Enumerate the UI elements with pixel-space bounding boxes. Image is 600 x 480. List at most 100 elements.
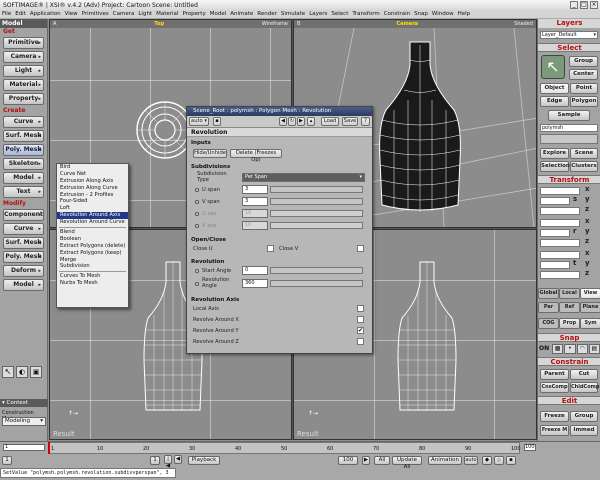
snap-on-label[interactable]: ON [539,345,549,352]
parent-button[interactable]: Parent [540,369,569,380]
animation-dot-icon[interactable] [195,282,199,286]
animation-dot-icon[interactable] [195,224,199,228]
modify-curve-button[interactable]: Curve ▸ [3,223,44,235]
modify-poly-mesh-button[interactable]: Poly. Mesh ▸ [3,251,44,263]
menu-edit[interactable]: Edit [15,11,26,17]
sym-button[interactable]: Sym [580,318,600,329]
menu-layers[interactable]: Layers [309,11,327,17]
layer-select[interactable]: Layer_Default ▾ [540,31,598,39]
menu-application[interactable]: Application [30,11,61,17]
delete-freeze-button[interactable]: Delete (Freezes Op) [230,149,282,163]
popup-item-revolution-around-axis[interactable]: Revolution Around Axis [57,212,128,220]
edge-button[interactable]: Edge [540,96,569,107]
revolve-around-y-checkbox[interactable]: ✔ [357,327,364,334]
revolution-angle-slider[interactable] [270,280,363,287]
subdivision-type-select[interactable]: Per Span ▾ [242,173,365,182]
timeline-ruler[interactable]: 1 10 20 30 40 50 60 70 80 90 100 [48,442,521,454]
menu-constrain[interactable]: Constrain [384,11,410,17]
first-frame-icon[interactable]: |◀ [164,455,172,469]
viewport-top-name[interactable]: Top [154,21,164,27]
prop-button[interactable]: Prop [559,318,580,329]
object-button[interactable]: Object [540,83,569,94]
modify-model-button[interactable]: Model ▸ [3,279,44,291]
point-button[interactable]: Point [570,83,598,94]
u-abs-field[interactable]: 10 [242,209,268,218]
y-axis-label[interactable]: y [585,259,590,267]
u-abs-slider[interactable] [270,210,363,217]
end-frame-field[interactable]: 100 [338,456,358,465]
current-frame-field[interactable]: 1 [150,456,160,465]
close-icon[interactable]: × [590,1,598,9]
cut-button[interactable]: Cut [570,369,598,380]
property-editor-title[interactable]: Scene_Root : polymsh : Polygon Mesh : Re… [187,107,372,116]
popup-item-blend[interactable]: Blend [57,229,128,236]
freeze-m-button[interactable]: Freeze M [540,425,569,436]
sample-button[interactable]: Sample [548,110,590,121]
transform-field-5[interactable] [540,229,570,237]
get-material-button[interactable]: Material ▸ [3,79,44,91]
create-surf-mesh-button[interactable]: Surf. Mesh ▸ [3,130,44,142]
revolve-around-z-checkbox[interactable] [357,338,364,345]
transform-field-3[interactable] [540,207,580,215]
refresh-icon[interactable]: ↻ [288,117,296,126]
create-poly-mesh-button[interactable]: Poly. Mesh ▸ [3,144,44,156]
maximize-icon[interactable]: □ [580,1,588,9]
create-text-button[interactable]: Text ▸ [3,186,44,198]
menu-select[interactable]: Select [331,11,348,17]
load-button[interactable]: Load [321,117,339,126]
menu-simulate[interactable]: Simulate [281,11,305,17]
animation-dot-icon[interactable] [195,188,199,192]
prev-frame-icon[interactable]: ◀ [174,455,182,464]
transform-field-2[interactable] [540,197,570,205]
context-header[interactable]: ▾ Context [0,399,48,407]
revolution-tab[interactable]: Revolution [187,128,372,137]
all-button[interactable]: All [374,456,390,465]
global-button[interactable]: Global [538,288,559,299]
menu-model[interactable]: Model [210,11,227,17]
viewport-camera-mode[interactable]: Shaded [511,21,536,27]
group-edit-button[interactable]: Group [570,411,598,422]
animation-dot-icon[interactable] [195,212,199,216]
v-span-field[interactable]: 3 [242,197,268,206]
transform-field-8[interactable] [540,261,570,269]
z-axis-label[interactable]: z [585,205,589,213]
v-abs-field[interactable]: 10 [242,221,268,230]
clusters-button[interactable]: Clusters [570,161,598,172]
popup-item-merge[interactable]: Merge [57,257,128,264]
menu-window[interactable]: Window [432,11,454,17]
timeline-end-field[interactable]: 100 [524,444,536,451]
create-curve-button[interactable]: Curve ▸ [3,116,44,128]
menu-file[interactable]: File [2,11,11,17]
revolution-property-editor[interactable]: Scene_Root : polymsh : Polygon Mesh : Re… [186,106,373,354]
viewport-camera-name[interactable]: Camera [397,21,418,27]
snap-curve-icon[interactable]: ◠ [576,344,588,354]
v-abs-slider[interactable] [270,222,363,229]
popup-item-extract-polygons-keep-[interactable]: Extract Polygons (keep) [57,250,128,257]
menu-render[interactable]: Render [257,11,277,17]
nav-forward-icon[interactable]: ▶ [297,117,305,126]
center-button[interactable]: Center [569,69,598,80]
create-skeleton-button[interactable]: Skeleton ▸ [3,158,44,170]
frame-start-field[interactable]: 1 [2,456,12,465]
y-axis-label[interactable]: y [585,227,590,235]
local-button[interactable]: Local [559,288,580,299]
menu-view[interactable]: View [65,11,78,17]
plane-button[interactable]: Plane [580,302,600,313]
lock-icon[interactable]: ▪ [213,117,221,126]
nav-back-icon[interactable]: ◀ [279,117,287,126]
x-axis-label[interactable]: x [585,217,590,225]
popup-item-boolean[interactable]: Boolean [57,236,128,243]
start-angle-slider[interactable] [270,267,363,274]
popup-item-subdivision[interactable]: Subdivision [57,263,128,270]
playback-button[interactable]: Playback [188,456,220,465]
x-axis-label[interactable]: x [585,249,590,257]
popup-item-extrusion-along-curve[interactable]: Extrusion Along Curve [57,185,128,192]
snap-surface-icon[interactable]: ▤ [588,344,600,354]
modify-deform-button[interactable]: Deform ▸ [3,265,44,277]
chldcomp-button[interactable]: ChldComp [570,382,599,393]
popup-item-nurbs-to-mesh[interactable]: Nurbs To Mesh [57,280,128,287]
popup-item-bird[interactable]: Bird [57,164,128,171]
pick-icon[interactable]: ↖ [2,366,14,378]
transform-field-7[interactable] [540,251,580,259]
v-span-slider[interactable] [270,198,363,205]
